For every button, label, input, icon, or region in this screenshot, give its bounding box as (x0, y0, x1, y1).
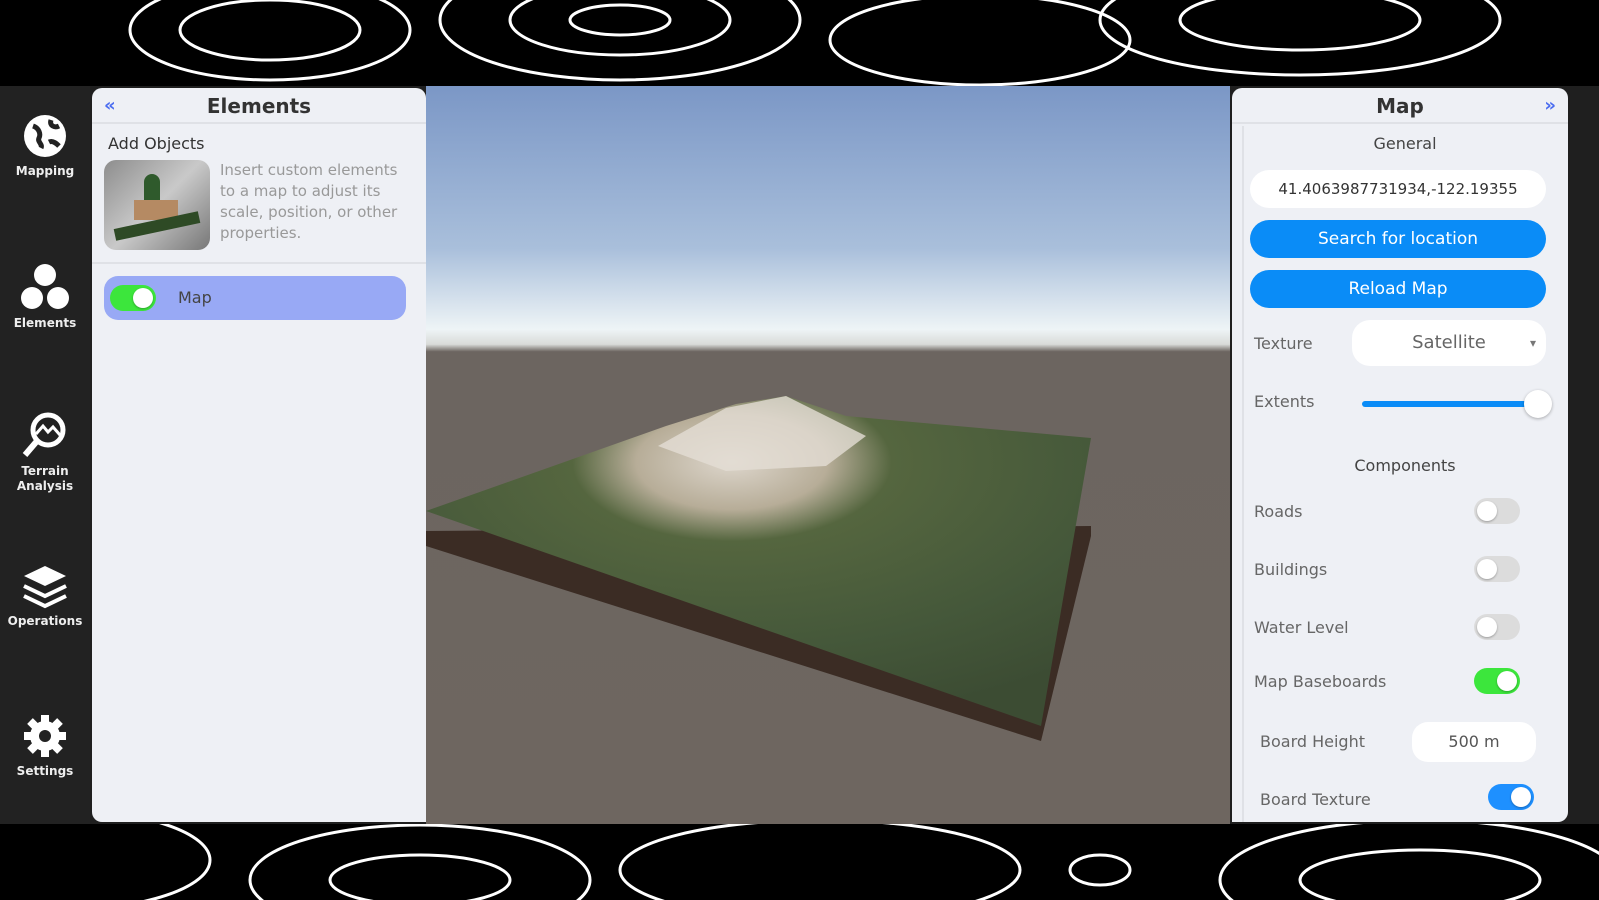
add-objects-thumbnail (104, 160, 210, 250)
add-objects-section[interactable]: Add Objects Insert custom elements to a … (92, 124, 426, 264)
element-item-map[interactable]: Map (104, 276, 406, 320)
add-objects-title: Add Objects (108, 134, 205, 153)
nav-item-mapping[interactable]: Mapping (0, 112, 90, 178)
3d-viewport[interactable] (426, 86, 1230, 824)
circles-icon (21, 264, 69, 309)
extents-label: Extents (1254, 392, 1315, 411)
map-visibility-toggle[interactable] (110, 285, 156, 311)
add-objects-description: Insert custom elements to a map to adjus… (220, 161, 398, 242)
search-location-button[interactable]: Search for location (1250, 220, 1546, 258)
reload-map-button[interactable]: Reload Map (1250, 270, 1546, 308)
gear-icon (24, 715, 66, 757)
buildings-toggle[interactable] (1474, 556, 1520, 582)
extents-slider[interactable] (1362, 401, 1532, 407)
collapse-right-icon[interactable]: » (1544, 88, 1556, 124)
nav-item-settings[interactable]: Settings (0, 712, 90, 778)
board-height-label: Board Height (1260, 732, 1365, 751)
map-properties-panel: Map » General 41.4063987731934,-122.19355… (1232, 88, 1568, 822)
roads-toggle[interactable] (1474, 498, 1520, 524)
components-heading: Components (1354, 456, 1456, 475)
water-level-label: Water Level (1254, 618, 1349, 637)
board-texture-toggle[interactable] (1488, 784, 1534, 810)
terrain-model (426, 396, 1091, 741)
texture-value: Satellite (1412, 332, 1486, 353)
board-height-input[interactable]: 500 m (1412, 722, 1536, 762)
elements-panel: « Elements Add Objects Insert custom elem… (92, 88, 426, 822)
board-texture-label: Board Texture (1260, 790, 1371, 809)
coordinates-input[interactable]: 41.4063987731934,-122.19355 (1250, 170, 1546, 208)
terrain-search-icon (22, 412, 66, 457)
roads-label: Roads (1254, 502, 1303, 521)
nav-item-operations[interactable]: Operations (0, 562, 90, 628)
app-window: Mapping Elements Terrain Analysis Operat… (0, 86, 1599, 824)
texture-label: Texture (1254, 334, 1313, 353)
nav-item-terrain-analysis[interactable]: Terrain Analysis (0, 410, 90, 494)
nav-sidebar: Mapping Elements Terrain Analysis Operat… (0, 86, 90, 824)
texture-select[interactable]: Satellite ▾ (1352, 320, 1546, 366)
map-baseboards-toggle[interactable] (1474, 668, 1520, 694)
element-item-label: Map (178, 288, 212, 307)
panel-title: Elements (206, 94, 312, 118)
chevron-down-icon: ▾ (1529, 336, 1536, 350)
buildings-label: Buildings (1254, 560, 1328, 579)
collapse-left-icon[interactable]: « (104, 88, 116, 124)
map-properties-scroll[interactable]: General 41.4063987731934,-122.19355 Sear… (1242, 126, 1564, 822)
extents-slider-handle[interactable] (1524, 390, 1552, 418)
layers-icon (23, 566, 67, 609)
general-heading: General (1373, 134, 1437, 153)
map-baseboards-label: Map Baseboards (1254, 672, 1387, 691)
nav-item-elements[interactable]: Elements (0, 262, 90, 330)
panel-title: Map (1376, 94, 1424, 118)
water-level-toggle[interactable] (1474, 614, 1520, 640)
globe-icon (24, 115, 66, 157)
